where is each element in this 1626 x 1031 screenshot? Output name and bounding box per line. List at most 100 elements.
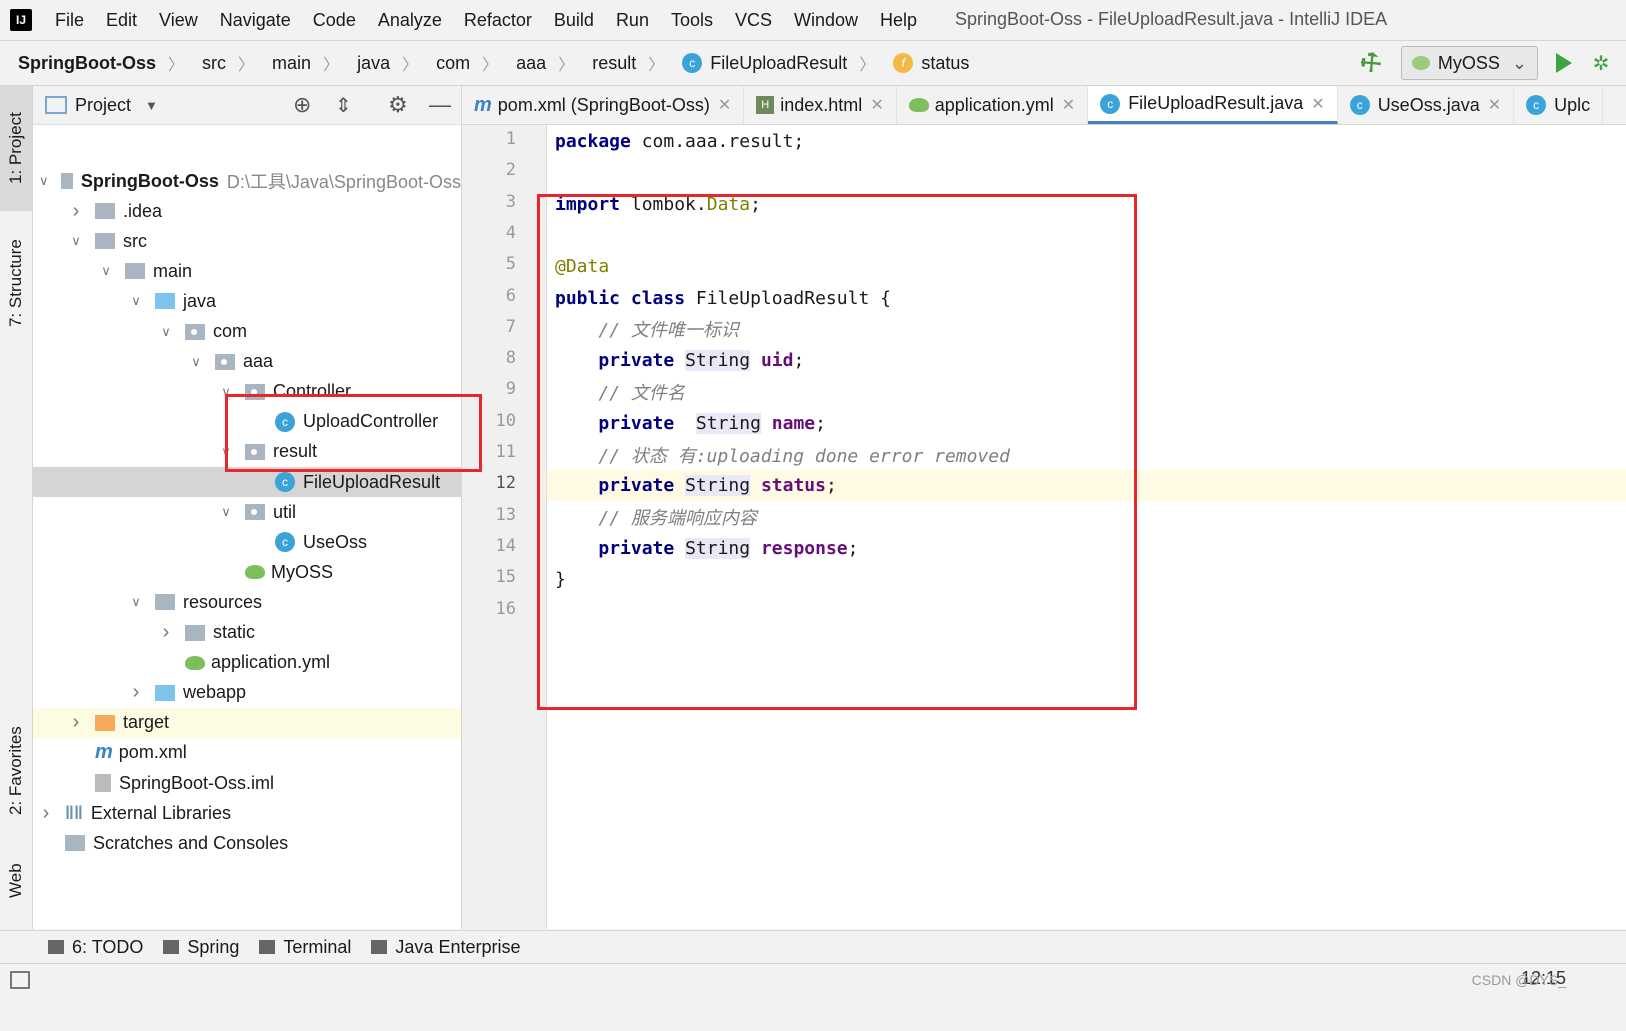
run-icon[interactable] bbox=[1556, 53, 1572, 73]
menu-item-run[interactable]: Run bbox=[605, 10, 660, 31]
tree-item[interactable]: SpringBoot-Oss.iml bbox=[33, 768, 461, 798]
editor-tab[interactable]: application.yml ✕ bbox=[897, 86, 1089, 124]
status-bar: 12:15 CSDN @DYS_ bbox=[0, 963, 1626, 996]
project-panel-title: Project bbox=[75, 94, 132, 115]
menu-item-analyze[interactable]: Analyze bbox=[367, 10, 453, 31]
breadcrumb-item[interactable]: main 〉 bbox=[254, 51, 339, 75]
project-tool-tab[interactable]: 1: Project bbox=[0, 86, 32, 211]
tree-item[interactable]: ∨ com bbox=[33, 317, 461, 347]
breadcrumb-item[interactable]: java 〉 bbox=[339, 51, 418, 75]
build-hammer-icon[interactable]: ⚒ bbox=[1351, 43, 1390, 82]
editor-tab[interactable]: c UseOss.java ✕ bbox=[1338, 86, 1515, 124]
breadcrumb-item[interactable]: c FileUploadResult 〉 bbox=[664, 51, 875, 75]
breadcrumb-item[interactable]: f status bbox=[875, 53, 969, 74]
tree-item[interactable]: application.yml bbox=[33, 648, 461, 678]
menu-item-build[interactable]: Build bbox=[543, 10, 605, 31]
chevron-right-icon[interactable]: › bbox=[69, 711, 83, 734]
run-configuration-select[interactable]: MyOSS ⌄ bbox=[1400, 46, 1538, 80]
tree-item[interactable]: › static bbox=[33, 618, 461, 648]
chevron-down-icon[interactable]: ∨ bbox=[219, 504, 233, 520]
locate-file-icon[interactable]: ⊕ bbox=[293, 92, 311, 118]
tree-item[interactable]: › webapp bbox=[33, 678, 461, 708]
breadcrumb-label: com bbox=[436, 52, 471, 73]
navigation-bar: SpringBoot-Oss 〉 src 〉 main 〉 java 〉 com 〉 aaa 〉 res… bbox=[0, 41, 1626, 86]
menu-item-refactor[interactable]: Refactor bbox=[453, 10, 543, 31]
chevron-right-icon[interactable]: › bbox=[69, 200, 83, 223]
tree-item[interactable]: ∨ main bbox=[33, 256, 461, 286]
breadcrumb-item[interactable]: result 〉 bbox=[574, 51, 664, 75]
favorites-tool-tab[interactable]: 2: Favorites bbox=[0, 706, 32, 836]
menu-item-view[interactable]: View bbox=[148, 10, 209, 31]
tree-item-label: MyOSS bbox=[271, 561, 334, 582]
code-token: package bbox=[555, 131, 631, 152]
menu-item-navigate[interactable]: Navigate bbox=[209, 10, 302, 31]
bottom-tool-label: Terminal bbox=[283, 936, 352, 957]
menu-item-file[interactable]: File bbox=[44, 10, 95, 31]
line-number: 12 bbox=[495, 473, 516, 494]
html-icon: H bbox=[756, 96, 775, 114]
toggle-tool-windows-icon[interactable] bbox=[10, 971, 30, 989]
chevron-right-icon[interactable]: › bbox=[159, 621, 173, 644]
editor-tab[interactable]: Hindex.html ✕ bbox=[744, 86, 897, 124]
chevron-down-icon[interactable]: ∨ bbox=[129, 293, 143, 309]
chevron-down-icon[interactable]: ∨ bbox=[159, 324, 173, 340]
close-icon[interactable]: ✕ bbox=[718, 95, 731, 115]
editor-tab[interactable]: c FileUploadResult.java ✕ bbox=[1088, 86, 1338, 124]
editor-tab-label: UseOss.java bbox=[1377, 94, 1480, 115]
breadcrumb-label: src bbox=[202, 52, 227, 73]
tree-item[interactable]: Scratches and Consoles bbox=[33, 828, 461, 858]
menu-bar: IJ File Edit View Navigate Code Analyze Refact… bbox=[0, 0, 1626, 41]
tree-item[interactable]: ∨ util bbox=[33, 497, 461, 527]
tree-item[interactable]: › ‖‖ External Libraries bbox=[33, 798, 461, 828]
breadcrumb-label: FileUploadResult bbox=[710, 52, 848, 73]
editor-tab[interactable]: c Uplc bbox=[1514, 86, 1604, 124]
code-token: com.aaa.result; bbox=[630, 131, 805, 152]
bottom-tool-terminal[interactable]: Terminal bbox=[259, 937, 351, 958]
close-icon[interactable]: ✕ bbox=[1311, 94, 1324, 114]
breadcrumb-item[interactable]: src 〉 bbox=[184, 51, 254, 75]
breadcrumb-item[interactable]: com 〉 bbox=[418, 51, 498, 75]
chevron-down-icon[interactable]: ∨ bbox=[69, 233, 83, 249]
web-tool-tab[interactable]: Web bbox=[0, 846, 32, 916]
tree-item[interactable]: c UseOss bbox=[33, 527, 461, 557]
settings-gear-icon[interactable]: ⚙ bbox=[388, 92, 408, 118]
chevron-down-icon[interactable]: ∨ bbox=[129, 594, 143, 610]
breadcrumb-item[interactable]: aaa 〉 bbox=[498, 51, 574, 75]
menu-item-code[interactable]: Code bbox=[302, 10, 367, 31]
chevron-down-icon[interactable]: ∨ bbox=[99, 263, 113, 279]
bottom-tool-spring[interactable]: Spring bbox=[163, 937, 239, 958]
menu-item-edit[interactable]: Edit bbox=[95, 10, 148, 31]
tree-item[interactable]: m pom.xml bbox=[33, 738, 461, 768]
tree-item[interactable]: ∨ src bbox=[33, 226, 461, 256]
debug-bug-icon[interactable]: ✲ bbox=[1590, 52, 1612, 75]
editor-tab[interactable]: m pom.xml (SpringBoot-Oss) ✕ bbox=[462, 86, 745, 124]
chevron-right-icon[interactable]: › bbox=[39, 802, 53, 825]
tree-item[interactable]: ∨ SpringBoot-Oss D:\工具\Java\SpringBoot-Oss bbox=[33, 166, 461, 196]
java-enterprise-icon bbox=[371, 940, 388, 954]
chevron-down-icon[interactable]: ∨ bbox=[39, 173, 49, 189]
close-icon[interactable]: ✕ bbox=[1062, 95, 1075, 115]
menu-item-tools[interactable]: Tools bbox=[660, 10, 724, 31]
chevron-down-icon[interactable]: ∨ bbox=[189, 354, 203, 370]
tree-item[interactable]: › .idea bbox=[33, 196, 461, 226]
project-view-icon bbox=[45, 96, 67, 114]
close-icon[interactable]: ✕ bbox=[1488, 95, 1501, 115]
chevron-down-icon: ⌄ bbox=[1511, 52, 1527, 73]
menu-item-window[interactable]: Window bbox=[783, 10, 869, 31]
breadcrumb-item[interactable]: SpringBoot-Oss 〉 bbox=[0, 51, 184, 75]
tree-item[interactable]: ∨ resources bbox=[33, 587, 461, 617]
tree-item[interactable]: › target bbox=[33, 707, 461, 738]
bottom-tool-todo[interactable]: 6: TODO bbox=[48, 937, 143, 958]
chevron-right-icon[interactable]: › bbox=[129, 681, 143, 704]
project-view-selector[interactable]: Project ▼ bbox=[45, 95, 158, 116]
close-icon[interactable]: ✕ bbox=[870, 95, 883, 115]
bottom-tool-java-enterprise[interactable]: Java Enterprise bbox=[371, 937, 520, 958]
menu-item-help[interactable]: Help bbox=[869, 10, 928, 31]
menu-item-vcs[interactable]: VCS bbox=[724, 10, 783, 31]
tree-item[interactable]: ∨ java bbox=[33, 286, 461, 316]
structure-tool-tab[interactable]: 7: Structure bbox=[0, 221, 32, 346]
collapse-all-icon[interactable]: ⇕ bbox=[335, 93, 352, 118]
hide-panel-icon[interactable]: — bbox=[429, 92, 451, 118]
tree-item[interactable]: ∨ aaa bbox=[33, 347, 461, 377]
tree-item[interactable]: MyOSS bbox=[33, 557, 461, 587]
